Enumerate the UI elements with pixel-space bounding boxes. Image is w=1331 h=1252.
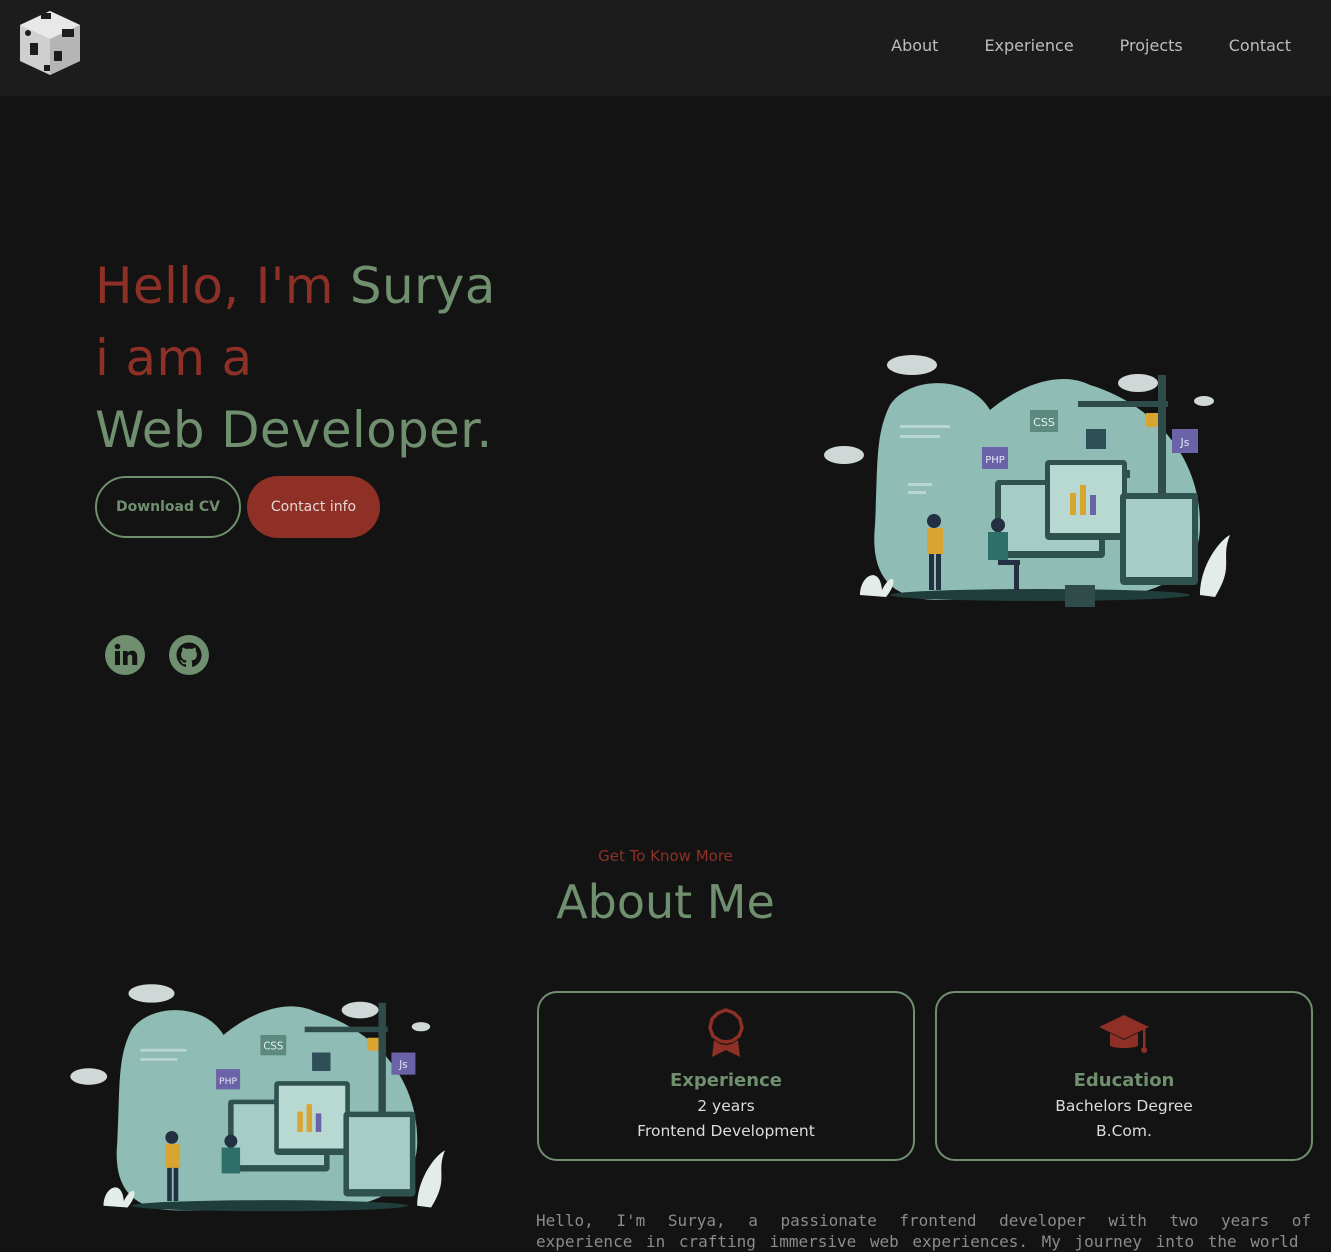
hero-greeting: Hello, I'm xyxy=(95,257,350,315)
main-nav: About Experience Projects Contact xyxy=(891,36,1291,56)
hero-buttons: Download CV Contact info xyxy=(95,476,380,538)
graduation-cap-icon xyxy=(1099,1015,1149,1053)
css-badge: CSS xyxy=(1033,416,1055,429)
developer-team-illustration: CSS PHP Js xyxy=(824,355,1230,607)
top-navbar: About Experience Projects Contact xyxy=(0,0,1331,96)
nav-link-contact[interactable]: Contact xyxy=(1229,36,1291,56)
github-icon[interactable] xyxy=(168,634,210,676)
section-title: About Me xyxy=(556,875,775,929)
css-badge: CSS xyxy=(263,1042,283,1053)
js-badge: Js xyxy=(1180,436,1190,449)
hero-heading: Hello, I'm Surya i am a Web Developer. xyxy=(95,250,496,466)
hero-line-2: i am a xyxy=(95,329,253,387)
experience-card: Experience 2 years Frontend Development xyxy=(537,991,915,1161)
experience-card-title: Experience xyxy=(670,1070,782,1091)
nav-link-projects[interactable]: Projects xyxy=(1120,36,1183,56)
about-paragraph: Hello, I'm Surya, a passionate frontend … xyxy=(536,1211,1311,1251)
award-icon xyxy=(708,1008,744,1057)
education-degree: Bachelors Degree xyxy=(1055,1097,1193,1115)
nav-link-about[interactable]: About xyxy=(891,36,938,56)
js-badge: Js xyxy=(398,1060,407,1071)
experience-years: 2 years xyxy=(697,1097,755,1115)
php-badge: PHP xyxy=(985,455,1005,466)
about-illustration: CSS PHP Js xyxy=(70,984,445,1212)
hero-line-1: Hello, I'm Surya xyxy=(95,250,496,322)
hero-name: Surya xyxy=(349,257,496,315)
education-card-title: Education xyxy=(1073,1070,1175,1091)
education-field: B.Com. xyxy=(1096,1122,1152,1140)
nav-link-experience[interactable]: Experience xyxy=(984,36,1073,56)
contact-info-button[interactable]: Contact info xyxy=(247,476,380,538)
experience-field: Frontend Development xyxy=(637,1122,815,1140)
hero-line-3: Web Developer. xyxy=(95,401,493,459)
php-badge: PHP xyxy=(219,1076,237,1087)
linkedin-icon[interactable] xyxy=(104,634,146,676)
download-cv-button[interactable]: Download CV xyxy=(95,476,241,538)
section-subtitle: Get To Know More xyxy=(598,847,733,865)
social-links xyxy=(104,634,210,676)
education-card: Education Bachelors Degree B.Com. xyxy=(935,991,1313,1161)
logo-cube-icon[interactable] xyxy=(14,7,86,79)
